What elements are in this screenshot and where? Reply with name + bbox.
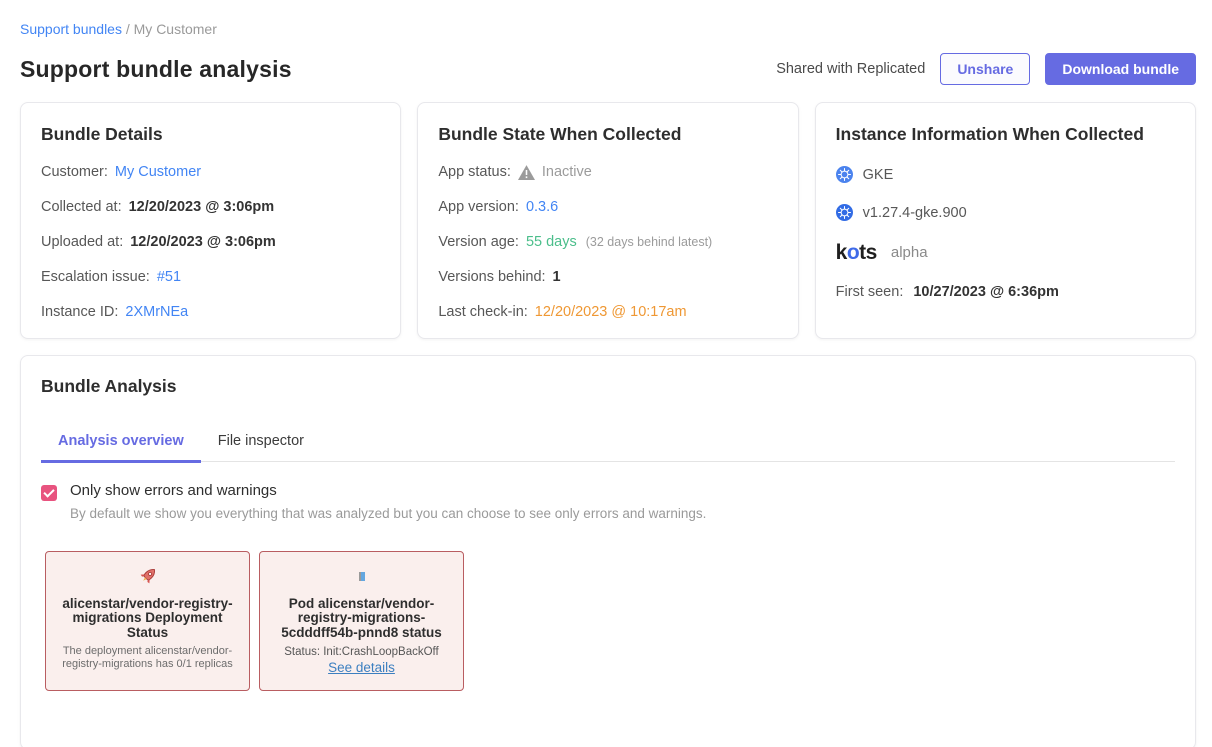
page-root: Support bundles / My Customer Support bu… <box>0 0 1212 747</box>
instance-info-card: Instance Information When Collected GKE … <box>815 102 1196 339</box>
version-age-note: (32 days behind latest) <box>586 235 712 249</box>
tab-analysis-overview[interactable]: Analysis overview <box>41 423 201 463</box>
bundle-analysis-title: Bundle Analysis <box>41 376 1175 397</box>
last-checkin-value: 12/20/2023 @ 10:17am <box>535 304 687 320</box>
k8s-version-row: v1.27.4-gke.900 <box>836 204 1175 221</box>
bundle-details-title: Bundle Details <box>41 124 380 145</box>
download-bundle-button[interactable]: Download bundle <box>1045 53 1196 85</box>
pod-status-icon <box>268 564 455 588</box>
issue-message: The deployment alicenstar/vendor-registr… <box>54 645 241 670</box>
kubernetes-distribution-icon <box>836 166 853 183</box>
errors-filter-description: By default we show you everything that w… <box>70 506 706 521</box>
breadcrumb: Support bundles / My Customer <box>20 0 1196 37</box>
analysis-tabs: Analysis overview File inspector <box>41 423 1175 462</box>
uploaded-at-row: Uploaded at: 12/20/2023 @ 3:06pm <box>41 234 380 250</box>
distribution-value: GKE <box>863 167 894 183</box>
bundle-state-card: Bundle State When Collected App status: … <box>417 102 798 339</box>
issue-card-deployment-status[interactable]: alicenstar/vendor-registry-migrations De… <box>45 551 250 691</box>
unshare-button[interactable]: Unshare <box>940 53 1030 85</box>
instance-info-title: Instance Information When Collected <box>836 124 1175 145</box>
kots-version-value: alpha <box>891 244 928 261</box>
tab-file-inspector[interactable]: File inspector <box>201 423 321 463</box>
issue-title: alicenstar/vendor-registry-migrations De… <box>54 597 241 640</box>
instance-id-label: Instance ID: <box>41 304 118 320</box>
bundle-analysis-card: Bundle Analysis Analysis overview File i… <box>20 355 1196 747</box>
breadcrumb-support-bundles-link[interactable]: Support bundles <box>20 21 122 37</box>
page-header: Support bundle analysis Shared with Repl… <box>20 53 1196 85</box>
first-seen-label: First seen: <box>836 284 904 300</box>
rocket-icon <box>54 564 241 588</box>
errors-filter: Only show errors and warnings By default… <box>41 482 1175 521</box>
instance-id-row: Instance ID: 2XMrNEa <box>41 304 380 320</box>
see-details-link[interactable]: See details <box>328 660 395 675</box>
info-cards-row: Bundle Details Customer: My Customer Col… <box>20 102 1196 339</box>
last-checkin-row: Last check-in: 12/20/2023 @ 10:17am <box>438 304 777 320</box>
warning-icon <box>518 165 535 180</box>
instance-id-link[interactable]: 2XMrNEa <box>125 304 188 320</box>
customer-row: Customer: My Customer <box>41 164 380 180</box>
errors-filter-checkbox[interactable] <box>41 485 57 501</box>
errors-filter-text: Only show errors and warnings By default… <box>70 482 706 521</box>
app-version-label: App version: <box>438 199 519 215</box>
versions-behind-value: 1 <box>553 269 561 285</box>
version-age-value: 55 days <box>526 234 577 250</box>
breadcrumb-separator: / <box>126 21 130 37</box>
kots-logo: kots <box>836 242 877 263</box>
version-age-label: Version age: <box>438 234 519 250</box>
app-status-label: App status: <box>438 164 511 180</box>
version-age-row: Version age: 55 days (32 days behind lat… <box>438 234 777 250</box>
uploaded-at-label: Uploaded at: <box>41 234 123 250</box>
escalation-issue-label: Escalation issue: <box>41 269 150 285</box>
issue-status: Status: Init:CrashLoopBackOff <box>268 646 455 658</box>
versions-behind-label: Versions behind: <box>438 269 545 285</box>
versions-behind-row: Versions behind: 1 <box>438 269 777 285</box>
issue-title: Pod alicenstar/vendor-registry-migration… <box>268 597 455 640</box>
errors-filter-label[interactable]: Only show errors and warnings <box>70 482 706 499</box>
first-seen-row: First seen: 10/27/2023 @ 6:36pm <box>836 284 1175 300</box>
app-status-value: Inactive <box>542 164 592 180</box>
page-title: Support bundle analysis <box>20 56 292 83</box>
customer-link[interactable]: My Customer <box>115 164 201 180</box>
collected-at-row: Collected at: 12/20/2023 @ 3:06pm <box>41 199 380 215</box>
issues-row: alicenstar/vendor-registry-migrations De… <box>45 551 1175 691</box>
k8s-version-value: v1.27.4-gke.900 <box>863 205 967 221</box>
shared-status-text: Shared with Replicated <box>776 61 925 77</box>
uploaded-at-value: 12/20/2023 @ 3:06pm <box>130 234 276 250</box>
app-status-row: App status: Inactive <box>438 164 777 180</box>
header-actions: Shared with Replicated Unshare Download … <box>776 53 1196 85</box>
last-checkin-label: Last check-in: <box>438 304 527 320</box>
issue-card-pod-status[interactable]: Pod alicenstar/vendor-registry-migration… <box>259 551 464 691</box>
breadcrumb-current: My Customer <box>134 21 217 37</box>
escalation-issue-row: Escalation issue: #51 <box>41 269 380 285</box>
app-version-row: App version: 0.3.6 <box>438 199 777 215</box>
bundle-details-card: Bundle Details Customer: My Customer Col… <box>20 102 401 339</box>
bundle-state-title: Bundle State When Collected <box>438 124 777 145</box>
collected-at-label: Collected at: <box>41 199 122 215</box>
distribution-row: GKE <box>836 166 1175 183</box>
customer-label: Customer: <box>41 164 108 180</box>
collected-at-value: 12/20/2023 @ 3:06pm <box>129 199 275 215</box>
escalation-issue-link[interactable]: #51 <box>157 269 181 285</box>
app-version-link[interactable]: 0.3.6 <box>526 199 558 215</box>
kubernetes-version-icon <box>836 204 853 221</box>
kots-row: kots alpha <box>836 242 1175 263</box>
first-seen-value: 10/27/2023 @ 6:36pm <box>913 284 1059 300</box>
